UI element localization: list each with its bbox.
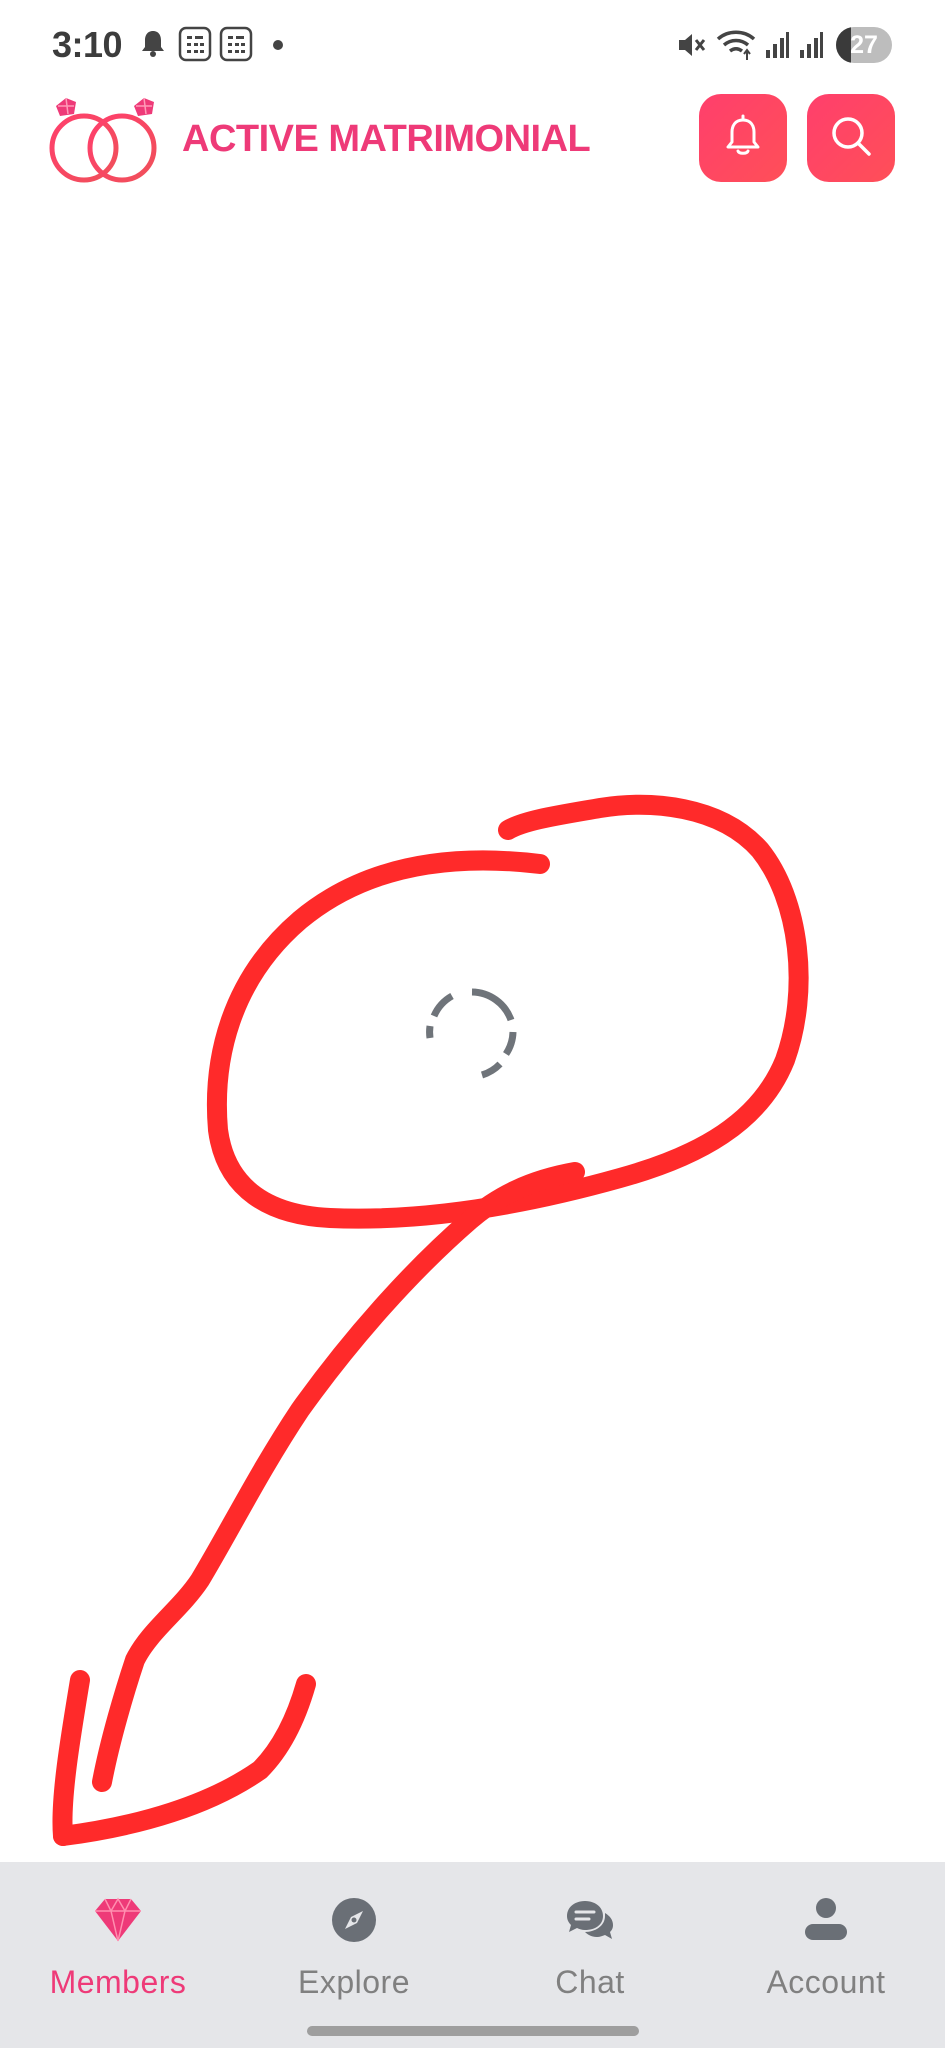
nav-item-chat[interactable]: Chat	[472, 1862, 708, 2012]
loading-spinner-icon	[422, 984, 522, 1084]
nav-label: Explore	[298, 1964, 410, 2000]
bottom-navigation: Members Explore Chat Account	[0, 1862, 945, 2048]
nav-label: Account	[766, 1964, 886, 2000]
home-indicator[interactable]	[307, 2026, 639, 2036]
signal-icon	[798, 30, 824, 65]
calendar-icon	[178, 26, 212, 67]
diamond-icon	[92, 1894, 144, 1946]
notification-bell-icon	[140, 28, 166, 63]
chat-bubbles-icon	[564, 1894, 616, 1946]
wifi-icon	[716, 28, 756, 67]
nav-label: Chat	[555, 1964, 625, 2000]
signal-icon	[764, 30, 790, 65]
status-time: 3:10	[52, 24, 123, 65]
bell-icon	[722, 114, 764, 163]
nav-item-account[interactable]: Account	[708, 1862, 944, 2012]
dot-icon	[272, 38, 284, 56]
status-bar: 3:10 27	[0, 0, 945, 92]
nav-item-explore[interactable]: Explore	[236, 1862, 472, 2012]
app-header: ACTIVE MATRIMONIAL	[0, 92, 945, 192]
notifications-button[interactable]	[699, 94, 787, 182]
mute-icon	[676, 30, 706, 65]
app-screen: 3:10 27 ACTIVE MATRIMONIAL Members Explo…	[0, 0, 945, 2048]
nav-label: Members	[49, 1964, 187, 2000]
app-title: ACTIVE MATRIMONIAL	[182, 118, 591, 160]
battery-level-text: 27	[850, 31, 878, 59]
compass-icon	[328, 1894, 380, 1946]
calendar-icon	[219, 26, 253, 67]
search-icon	[829, 114, 873, 163]
person-icon	[800, 1894, 852, 1946]
search-button[interactable]	[807, 94, 895, 182]
battery-indicator: 27	[836, 27, 892, 63]
wedding-rings-icon	[46, 92, 164, 188]
nav-item-members[interactable]: Members	[0, 1862, 236, 2012]
